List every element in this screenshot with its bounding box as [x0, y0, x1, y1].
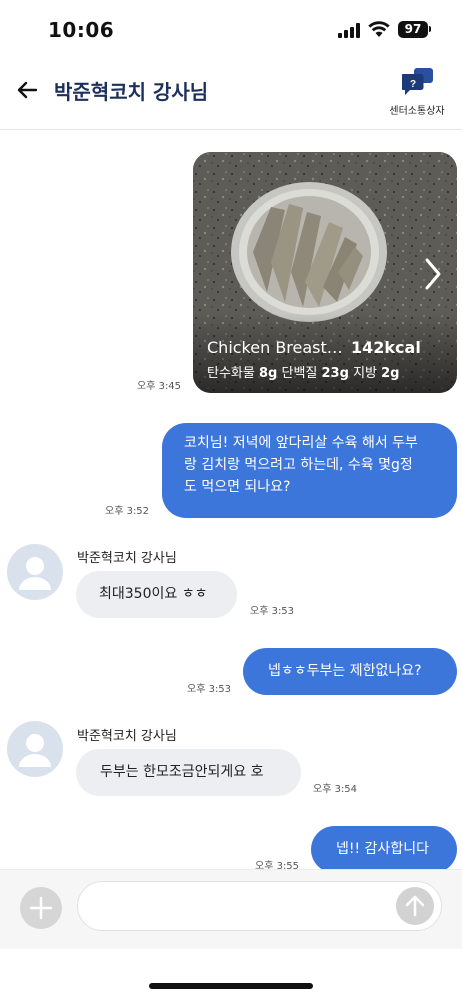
food-name: Chicken Breast… — [207, 338, 343, 357]
center-communication-button[interactable]: ? 센터소통상자 — [384, 66, 450, 124]
wifi-icon — [368, 21, 390, 37]
message-time: 오후 3:54 — [313, 784, 358, 795]
arrow-up-icon — [405, 895, 425, 917]
message-input[interactable] — [77, 881, 442, 931]
message-time: 오후 3:52 — [105, 506, 150, 517]
chat-messages[interactable]: 오후 3:45 Chicken Breast… 142kcal 탄수화물 8g … — [0, 131, 462, 869]
status-time: 10:06 — [48, 18, 115, 42]
food-calories: 142kcal — [351, 338, 421, 357]
add-attachment-button[interactable] — [20, 887, 62, 929]
food-macros: 탄수화물 8g 단백질 23g 지방 2g — [207, 362, 399, 381]
user-icon — [19, 557, 51, 590]
message-text: 넵ㅎㅎ두부는 제한없나요? — [268, 663, 422, 679]
help-glyph: ? — [410, 79, 416, 90]
chevron-right-icon[interactable] — [421, 256, 445, 292]
food-log-card[interactable]: Chicken Breast… 142kcal 탄수화물 8g 단백질 23g … — [193, 152, 457, 393]
avatar[interactable] — [7, 721, 63, 777]
battery-icon: 97 — [398, 21, 428, 38]
send-button[interactable] — [396, 887, 434, 925]
chat-help-icon: ? — [402, 68, 433, 95]
incoming-message: 두부는 한모조금안되게요 호 — [76, 749, 301, 796]
sender-name: 박준혁코치 강사님 — [77, 551, 177, 566]
home-indicator — [149, 983, 313, 989]
message-time: 오후 3:45 — [137, 381, 182, 392]
fat-value: 2g — [381, 366, 400, 381]
message-text: 최대350이요 ㅎㅎ — [99, 586, 208, 602]
chat-header: 박준혁코치 강사님 ? 센터소통상자 — [0, 58, 462, 130]
page-title: 박준혁코치 강사님 — [54, 80, 209, 104]
message-text: 넵!! 감사합니다 — [336, 841, 429, 857]
message-time: 오후 3:53 — [187, 684, 232, 695]
message-time: 오후 3:53 — [250, 606, 295, 617]
message-time: 오후 3:55 — [255, 861, 300, 869]
back-arrow-icon[interactable] — [14, 76, 42, 104]
outgoing-message: 넵!! 감사합니다 — [311, 826, 457, 869]
center-label: 센터소통상자 — [389, 106, 445, 117]
status-bar: 10:06 97 — [0, 0, 462, 58]
carb-label: 탄수화물 — [207, 366, 255, 381]
battery-cap — [429, 26, 431, 32]
message-input-bar — [0, 869, 462, 949]
signal-icon — [338, 22, 362, 38]
message-line: 랑 김치랑 먹으려고 하는데, 수육 몇g정 — [184, 457, 413, 473]
message-line: 코치님! 저녁에 앞다리살 수육 해서 두부 — [184, 435, 418, 451]
protein-value: 23g — [321, 366, 349, 381]
user-icon — [19, 734, 51, 767]
message-text: 두부는 한모조금안되게요 호 — [100, 764, 264, 780]
avatar[interactable] — [7, 544, 63, 600]
protein-label: 단백질 — [281, 366, 318, 381]
plus-icon — [29, 896, 53, 920]
outgoing-message: 코치님! 저녁에 앞다리살 수육 해서 두부 랑 김치랑 먹으려고 하는데, 수… — [162, 423, 457, 518]
fat-label: 지방 — [353, 366, 377, 381]
outgoing-message: 넵ㅎㅎ두부는 제한없나요? — [243, 648, 457, 695]
carb-value: 8g — [258, 366, 278, 381]
incoming-message: 최대350이요 ㅎㅎ — [76, 571, 237, 618]
message-line: 도 먹으면 되나요? — [184, 479, 291, 495]
sender-name: 박준혁코치 강사님 — [77, 729, 177, 744]
